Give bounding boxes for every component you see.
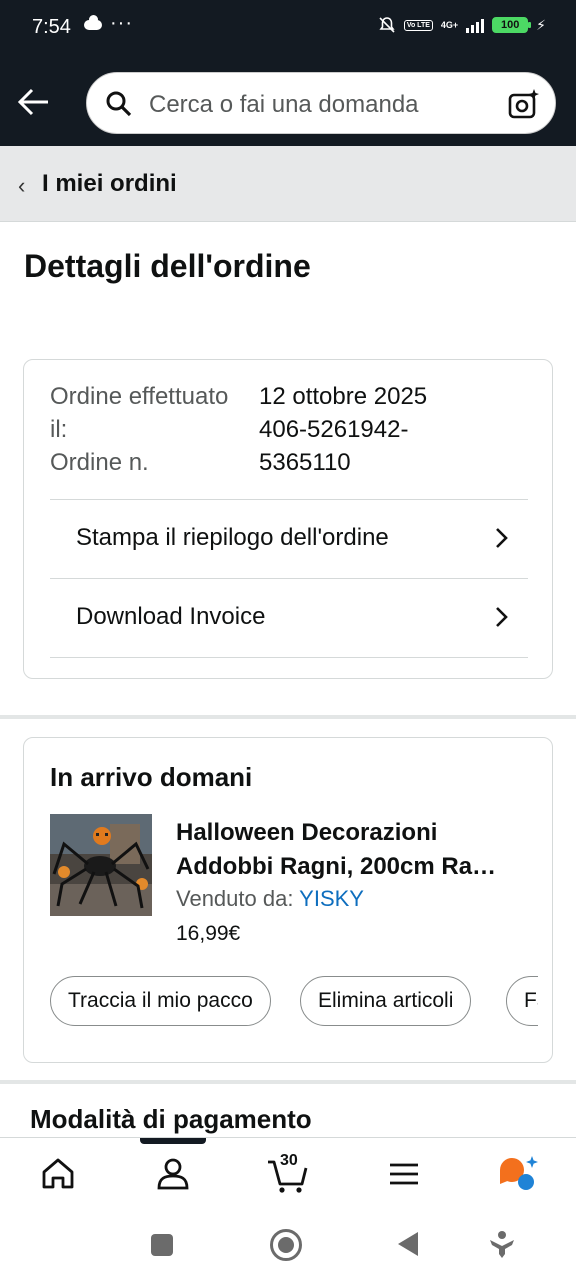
account-icon[interactable] [153, 1154, 193, 1194]
order-info-card: Ordine effettuato il: Ordine n. 12 ottob… [23, 359, 553, 679]
status-bar: 7:54 ··· Vo LTE 4G+ 100 ⚡ [0, 0, 576, 58]
breadcrumb-label: I miei ordini [42, 170, 177, 197]
bottom-nav: 30 [0, 1137, 576, 1212]
back-arrow-icon[interactable] [14, 82, 54, 122]
order-number-value: 406-5261942-5365110 [259, 416, 409, 476]
order-date-label: Ordine effettuato il: [50, 383, 229, 443]
search-header: Cerca o fai una domanda [0, 58, 576, 146]
chevron-right-icon [492, 603, 512, 631]
back-button-icon[interactable] [398, 1232, 418, 1256]
camera-icon[interactable] [507, 87, 541, 121]
cloud-icon [84, 15, 102, 30]
home-button-icon[interactable] [270, 1229, 302, 1261]
product-name[interactable]: Halloween Decorazioni Addobbi Ragni, 200… [176, 816, 536, 884]
delivery-status: In arrivo domani [50, 762, 253, 792]
cart-count: 30 [280, 1152, 298, 1169]
delete-items-button[interactable]: Elimina articoli [300, 976, 472, 1026]
print-summary-label: Stampa il riepilogo dell'ordine [76, 524, 389, 551]
product-image[interactable] [50, 814, 152, 916]
accessibility-icon[interactable] [488, 1230, 516, 1260]
cart-icon[interactable]: 30 [266, 1152, 310, 1194]
order-date-value: 12 ottobre 2025 [259, 383, 428, 410]
order-number-label: Ordine n. [50, 449, 149, 476]
product-price: 16,99€ [176, 922, 241, 945]
volte-icon: Vo LTE [403, 19, 433, 31]
system-nav-bar [0, 1212, 576, 1280]
print-summary-row[interactable]: Stampa il riepilogo dell'ordine [50, 499, 528, 579]
shipment-card: In arrivo domani Halloween Decorazioni A… [23, 737, 553, 1063]
home-icon[interactable] [38, 1154, 78, 1194]
page-title: Dettagli dell'ordine [24, 248, 311, 284]
breadcrumb[interactable]: ‹ I miei ordini [0, 146, 576, 222]
recent-apps-icon[interactable] [151, 1234, 173, 1256]
network-type: 4G+ [440, 19, 459, 30]
shipment-actions: Traccia il mio pacco Elimina articoli Fa [50, 976, 538, 1028]
section-divider [0, 715, 576, 719]
search-input[interactable]: Cerca o fai una domanda [86, 72, 556, 134]
download-invoice-label: Download Invoice [76, 603, 266, 630]
track-package-button[interactable]: Traccia il mio pacco [50, 976, 271, 1026]
seller-link[interactable]: YISKY [299, 886, 364, 911]
payment-section-title: Modalità di pagamento [30, 1104, 312, 1134]
chevron-left-icon: ‹ [18, 173, 26, 198]
rufus-icon[interactable] [496, 1154, 540, 1194]
download-invoice-row[interactable]: Download Invoice [50, 578, 528, 658]
search-placeholder: Cerca o fai una domanda [149, 91, 419, 118]
seller-info: Venduto da: YISKY [176, 886, 364, 912]
order-labels: Ordine effettuato il: Ordine n. [50, 380, 230, 479]
status-time: 7:54 [32, 16, 71, 38]
order-values: 12 ottobre 2025 406-5261942-5365110 [259, 380, 499, 479]
more-action-button[interactable]: Fa [506, 976, 538, 1026]
menu-icon[interactable] [384, 1154, 424, 1194]
signal-icon [466, 17, 485, 33]
charging-icon: ⚡ [536, 16, 546, 33]
active-tab-indicator [140, 1138, 206, 1144]
seller-label: Venduto da: [176, 886, 294, 911]
battery-icon: 100 [492, 17, 532, 33]
chevron-right-icon [492, 524, 512, 552]
section-divider [0, 1080, 576, 1084]
more-notifications-icon: ··· [110, 12, 133, 34]
search-icon [105, 90, 133, 118]
bell-off-icon [378, 16, 396, 34]
